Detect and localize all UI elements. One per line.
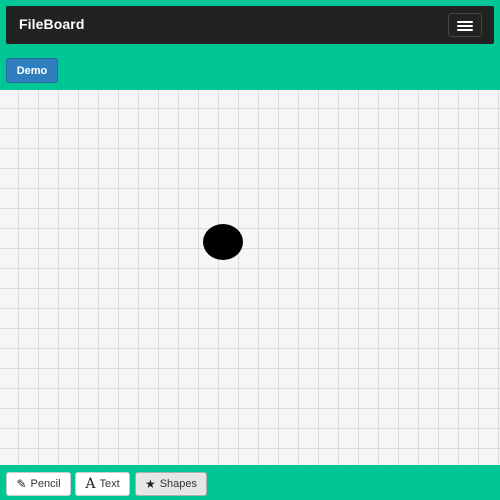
demo-button[interactable]: Demo [6, 58, 58, 83]
text-tool-button[interactable]: A Text [75, 472, 130, 496]
hamburger-icon-bar [457, 29, 473, 31]
brand-title[interactable]: FileBoard [19, 16, 84, 32]
drawing-canvas[interactable] [0, 90, 500, 465]
text-icon: A [85, 476, 96, 492]
shapes-tool-button[interactable]: ★ Shapes [135, 472, 207, 496]
pencil-tool-button[interactable]: ✎ Pencil [6, 472, 71, 496]
navbar: FileBoard [6, 6, 494, 44]
menu-toggle-button[interactable] [448, 13, 482, 37]
hamburger-icon-bar [457, 25, 473, 27]
pencil-label: Pencil [30, 478, 61, 490]
shapes-label: Shapes [159, 478, 198, 490]
star-icon: ★ [144, 477, 156, 491]
pencil-icon: ✎ [16, 477, 27, 491]
hamburger-icon [457, 21, 473, 23]
ellipse-shape[interactable] [203, 224, 243, 260]
tool-toolbar: ✎ Pencil A Text ★ Shapes [0, 465, 500, 500]
text-label: Text [99, 478, 120, 490]
